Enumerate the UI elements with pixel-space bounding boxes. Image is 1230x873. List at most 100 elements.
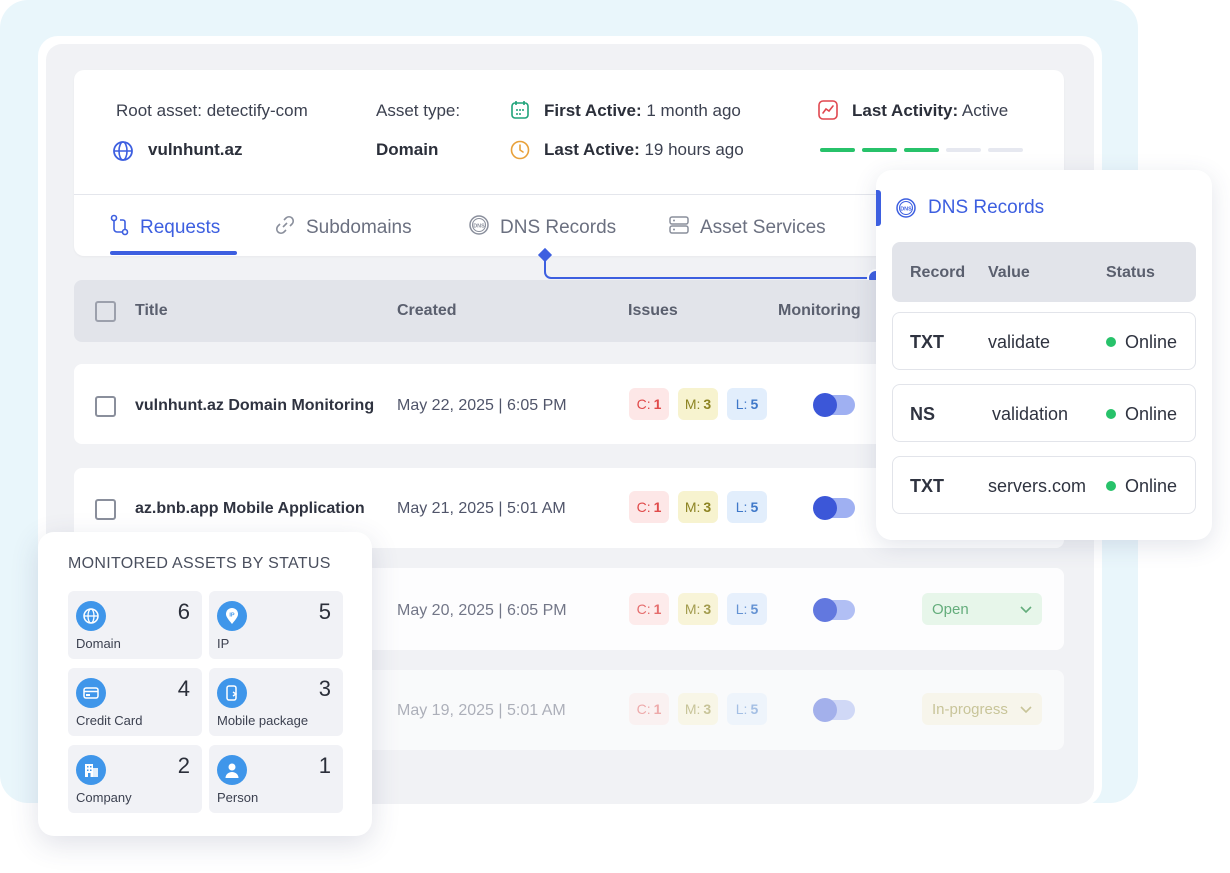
first-active-value: 1 month ago (646, 101, 741, 120)
last-active-value: 19 hours ago (644, 140, 744, 159)
dns-record-type: TXT (910, 476, 944, 496)
row-created: May 20, 2025 | 6:05 PM (397, 602, 567, 619)
asset-tile-ip[interactable]: IP 5 IP (209, 591, 343, 659)
dns-col-record: Record (910, 264, 966, 281)
tab-asset-services[interactable]: Asset Services (668, 214, 826, 242)
status-select-value: Open (932, 600, 969, 618)
tab-requests[interactable]: Requests (110, 214, 220, 242)
dns-title-accent (876, 190, 881, 226)
dns-record-status: Online (1125, 476, 1178, 496)
git-pull-icon (110, 214, 130, 242)
dns-popover-title: DNS Records (928, 197, 1045, 218)
dns-icon: DNS (895, 197, 917, 224)
medium-issues-badge: M: 3 (678, 388, 718, 420)
dns-col-status: Status (1106, 264, 1155, 281)
col-issues: Issues (628, 302, 678, 319)
tab-dns-records[interactable]: DNS DNS Records (468, 214, 616, 242)
dns-record-type: NS (910, 404, 936, 424)
monitoring-toggle[interactable] (813, 393, 855, 417)
critical-issues-badge: C: 1 (629, 388, 669, 420)
online-status-dot (1106, 337, 1116, 347)
asset-label: IP (217, 636, 230, 651)
dns-record-type: TXT (910, 332, 944, 352)
dns-record-value: validation (992, 404, 1069, 424)
asset-label: Domain (76, 636, 121, 651)
dns-record-value: servers.com (988, 476, 1087, 496)
asset-label: Credit Card (76, 713, 143, 728)
link-icon (274, 214, 296, 242)
monitoring-toggle[interactable] (813, 698, 855, 722)
asset-tile-company[interactable]: 2 Company (68, 745, 202, 813)
server-icon (668, 214, 690, 242)
asset-count: 3 (318, 676, 331, 701)
dns-icon: DNS (468, 214, 490, 242)
monitoring-toggle[interactable] (813, 496, 855, 520)
col-title: Title (135, 302, 168, 319)
status-select[interactable]: In-progress (922, 693, 1042, 725)
row-checkbox[interactable] (95, 396, 116, 417)
asset-count: 2 (177, 753, 190, 778)
medium-issues-badge: M: 3 (678, 491, 718, 523)
activity-segment (946, 148, 981, 152)
globe-icon (112, 140, 134, 167)
asset-label: Mobile package (217, 713, 309, 728)
dns-record-status: Online (1125, 332, 1178, 352)
dns-record-value: validate (988, 332, 1051, 352)
asset-type-label: Asset type: (376, 101, 461, 120)
tab-subdomains[interactable]: Subdomains (274, 214, 412, 242)
asset-count: 5 (318, 599, 331, 624)
globe-icon (76, 601, 106, 631)
root-asset-label: Root asset: detectify-com (116, 101, 308, 120)
asset-label: Company (76, 790, 132, 805)
asset-tile-credit-card[interactable]: 4 Credit Card (68, 668, 202, 736)
asset-tile-person[interactable]: 1 Person (209, 745, 343, 813)
tab-dns-records-label: DNS Records (500, 217, 617, 238)
row-created: May 21, 2025 | 5:01 AM (397, 500, 566, 517)
asset-type-value: Domain (376, 140, 439, 159)
active-tab-indicator (110, 251, 237, 255)
activity-segment (862, 148, 897, 152)
select-all-checkbox[interactable] (95, 301, 116, 322)
medium-issues-badge: M: 3 (678, 593, 718, 625)
svg-text:DNS: DNS (473, 224, 485, 230)
status-select-value: In-progress (932, 700, 1008, 718)
last-activity-value: Active (961, 101, 1009, 120)
monitoring-toggle[interactable] (813, 598, 855, 622)
asset-tile-domain[interactable]: 6 Domain (68, 591, 202, 659)
dns-record-status: Online (1125, 404, 1178, 424)
svg-text:IP: IP (229, 613, 235, 619)
low-issues-badge: L: 5 (727, 693, 767, 725)
row-title: az.bnb.app Mobile Application (135, 500, 365, 517)
low-issues-badge: L: 5 (727, 388, 767, 420)
medium-issues-badge: M: 3 (678, 693, 718, 725)
mobile-icon (217, 678, 247, 708)
low-issues-badge: L: 5 (727, 593, 767, 625)
activity-segment (904, 148, 939, 152)
col-monitoring: Monitoring (778, 302, 861, 319)
asset-tile-mobile-package[interactable]: 3 Mobile package (209, 668, 343, 736)
online-status-dot (1106, 481, 1116, 491)
ip-pin-icon: IP (217, 601, 247, 631)
svg-text:DNS: DNS (900, 207, 912, 213)
row-created: May 19, 2025 | 5:01 AM (397, 702, 566, 719)
monitored-assets-title: MONITORED ASSETS BY STATUS (68, 555, 331, 572)
critical-issues-badge: C: 1 (629, 491, 669, 523)
asset-count: 6 (177, 599, 190, 624)
chevron-down-icon (1020, 601, 1032, 618)
first-active-label: First Active: (544, 101, 642, 120)
last-activity-label: Last Activity: (852, 101, 959, 120)
activity-chart-icon (818, 100, 838, 125)
tab-asset-services-label: Asset Services (700, 217, 826, 238)
dns-col-value: Value (988, 264, 1030, 281)
row-title: vulnhunt.az Domain Monitoring (135, 397, 375, 414)
building-icon (76, 755, 106, 785)
row-created: May 22, 2025 | 6:05 PM (397, 397, 567, 414)
low-issues-badge: L: 5 (727, 491, 767, 523)
last-active-label: Last Active: (544, 140, 640, 159)
chevron-down-icon (1020, 701, 1032, 718)
asset-count: 1 (318, 753, 331, 778)
person-icon (217, 755, 247, 785)
status-select[interactable]: Open (922, 593, 1042, 625)
asset-label: Person (217, 790, 259, 805)
row-checkbox[interactable] (95, 499, 116, 520)
